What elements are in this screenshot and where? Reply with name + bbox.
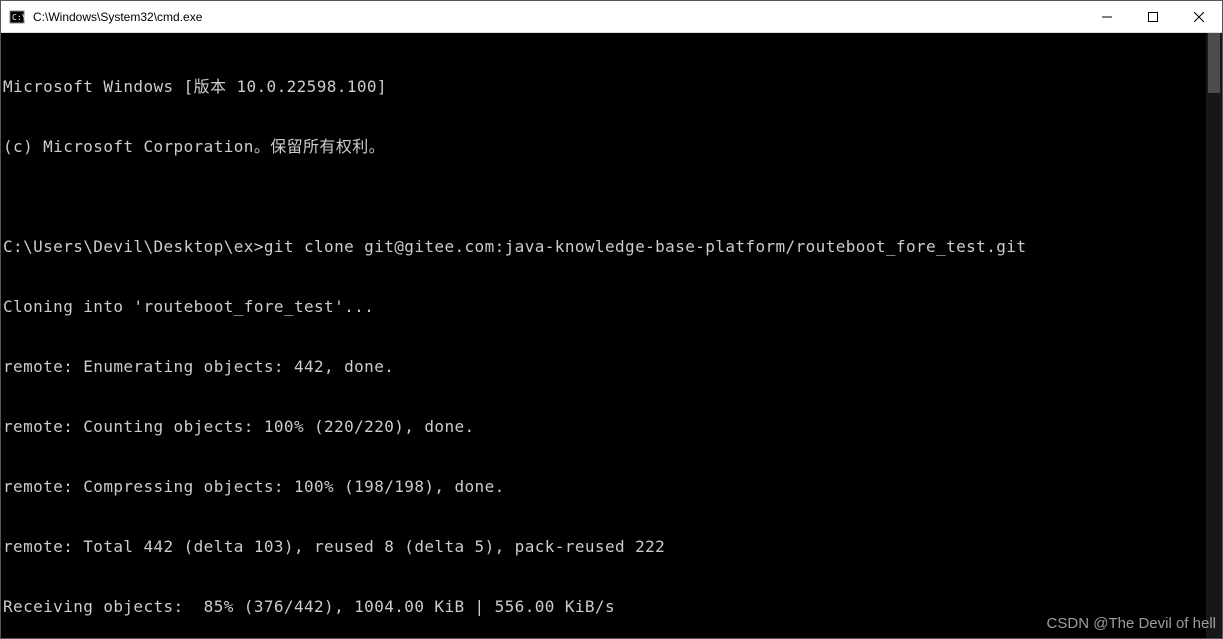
terminal-line: C:\Users\Devil\Desktop\ex>git clone git@… bbox=[3, 237, 1222, 257]
close-button[interactable] bbox=[1176, 1, 1222, 32]
terminal-line: Cloning into 'routeboot_fore_test'... bbox=[3, 297, 1222, 317]
terminal-line: remote: Counting objects: 100% (220/220)… bbox=[3, 417, 1222, 437]
scrollbar[interactable] bbox=[1206, 33, 1222, 638]
cmd-window: C:\ C:\Windows\System32\cmd.exe Microsof… bbox=[0, 0, 1223, 639]
terminal-line: Microsoft Windows [版本 10.0.22598.100] bbox=[3, 77, 1222, 97]
terminal-area[interactable]: Microsoft Windows [版本 10.0.22598.100] (c… bbox=[1, 33, 1222, 638]
window-title: C:\Windows\System32\cmd.exe bbox=[33, 10, 1084, 24]
terminal-line: remote: Total 442 (delta 103), reused 8 … bbox=[3, 537, 1222, 557]
minimize-button[interactable] bbox=[1084, 1, 1130, 32]
scrollbar-thumb[interactable] bbox=[1208, 33, 1220, 93]
watermark: CSDN @The Devil of hell bbox=[1047, 615, 1216, 632]
svg-text:C:\: C:\ bbox=[12, 13, 25, 22]
terminal-line: remote: Compressing objects: 100% (198/1… bbox=[3, 477, 1222, 497]
window-controls bbox=[1084, 1, 1222, 32]
maximize-button[interactable] bbox=[1130, 1, 1176, 32]
terminal-line: Receiving objects: 85% (376/442), 1004.0… bbox=[3, 597, 1222, 617]
titlebar[interactable]: C:\ C:\Windows\System32\cmd.exe bbox=[1, 1, 1222, 33]
terminal-line: (c) Microsoft Corporation。保留所有权利。 bbox=[3, 137, 1222, 157]
terminal-content: Microsoft Windows [版本 10.0.22598.100] (c… bbox=[1, 33, 1222, 638]
terminal-line: remote: Enumerating objects: 442, done. bbox=[3, 357, 1222, 377]
cmd-icon: C:\ bbox=[9, 9, 25, 25]
